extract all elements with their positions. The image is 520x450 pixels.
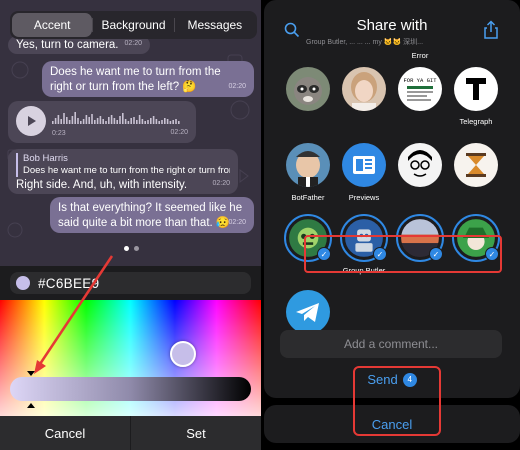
contact-avatar-telegram-logo[interactable] <box>286 290 330 334</box>
message-time: 02:20 <box>212 180 230 187</box>
message-time: 02:20 <box>228 83 246 90</box>
contact-avatar-hourglass[interactable] <box>454 143 498 187</box>
hex-value: #C6BEE9 <box>38 275 100 291</box>
theme-editor-panel: Accent Background Messages Yes, turn to … <box>0 0 261 450</box>
picker-action-bar: Cancel Set <box>0 416 261 450</box>
contact-avatar-girl[interactable] <box>342 67 386 111</box>
brightness-slider[interactable] <box>10 377 251 401</box>
color-picker[interactable] <box>0 300 261 416</box>
cancel-button[interactable]: Cancel <box>0 416 130 450</box>
voice-message-bubble: 0:23 02:20 <box>8 101 196 143</box>
theme-segment-control: Accent Background Messages <box>10 11 257 39</box>
message-text: Yes, turn to camera. <box>16 39 119 51</box>
send-label: Send <box>367 372 398 387</box>
contact-name: Telegraph <box>459 117 493 126</box>
brightness-marker-top <box>27 371 35 376</box>
send-button[interactable]: Send 4 <box>264 372 520 387</box>
play-button[interactable] <box>16 106 46 136</box>
hex-color-field[interactable]: #C6BEE9 <box>10 272 251 294</box>
selected-check-icon: ✓ <box>373 247 387 261</box>
message-text: Does he want me to turn from the right o… <box>50 66 221 93</box>
set-button[interactable]: Set <box>131 416 261 450</box>
contact-avatar-cartoon-face[interactable] <box>398 143 442 187</box>
reply-author: Bob Harris <box>23 153 68 164</box>
share-icon[interactable] <box>482 20 500 40</box>
reply-message-bubble: Bob Harris Does he want me to turn from … <box>8 149 238 194</box>
voice-duration: 0:23 <box>52 130 66 137</box>
chat-preview: Accent Background Messages Yes, turn to … <box>0 0 261 266</box>
contact-name: Group Butler <box>342 266 386 275</box>
contact-avatar-raccoon[interactable] <box>286 67 330 111</box>
contact-name: Error <box>411 51 429 60</box>
contact-name: Previews <box>348 193 380 202</box>
reply-quote-text: Does he want me to turn from the right o… <box>23 165 230 176</box>
message-time: 02:20 <box>170 129 188 136</box>
share-sheet: Share with Group Butler, ... ... ... my … <box>264 0 520 398</box>
color-picker-knob[interactable] <box>170 341 196 367</box>
page-dot-active <box>124 246 129 251</box>
share-cancel-button[interactable]: Cancel <box>264 405 520 443</box>
selected-check-icon: ✓ <box>485 247 499 261</box>
page-dot <box>134 246 139 251</box>
share-subtitle: Group Butler, ... ... ... my 🐱🐱 深圳... <box>306 39 424 46</box>
message-text: Right side. And, uh, with intensity. <box>16 179 188 191</box>
voice-waveform <box>52 112 180 124</box>
message-bubble-outgoing: Does he want me to turn from the right o… <box>42 61 254 97</box>
contact-name: BotFather <box>291 193 325 202</box>
contact-avatar-error-doc[interactable]: FOR YA GIT <box>398 67 442 111</box>
brightness-marker-bottom[interactable] <box>27 403 35 408</box>
tab-accent[interactable]: Accent <box>12 13 93 37</box>
page-indicator <box>124 246 139 251</box>
share-sheet-panel: Share with Group Butler, ... ... ... my … <box>264 0 520 450</box>
reply-quote: Bob Harris Does he want me to turn from … <box>16 153 230 177</box>
color-swatch <box>16 276 30 290</box>
tab-messages[interactable]: Messages <box>175 13 255 37</box>
tab-background[interactable]: Background <box>93 13 173 37</box>
contact-avatar-botfather[interactable] <box>286 143 330 187</box>
message-bubble-outgoing: Is that everything? It seemed like he sa… <box>50 197 254 233</box>
comment-input[interactable]: Add a comment... <box>280 330 502 358</box>
selected-check-icon: ✓ <box>429 247 443 261</box>
play-icon <box>28 116 36 126</box>
message-time: 02:20 <box>228 219 246 226</box>
message-text: Is that everything? It seemed like he sa… <box>58 202 243 229</box>
send-count-badge: 4 <box>402 372 417 387</box>
selected-check-icon: ✓ <box>317 247 331 261</box>
svg-text:FOR YA GIT: FOR YA GIT <box>403 77 437 84</box>
contact-avatar-telegraph-t[interactable] <box>454 67 498 111</box>
contact-avatar-previews[interactable] <box>342 143 386 187</box>
